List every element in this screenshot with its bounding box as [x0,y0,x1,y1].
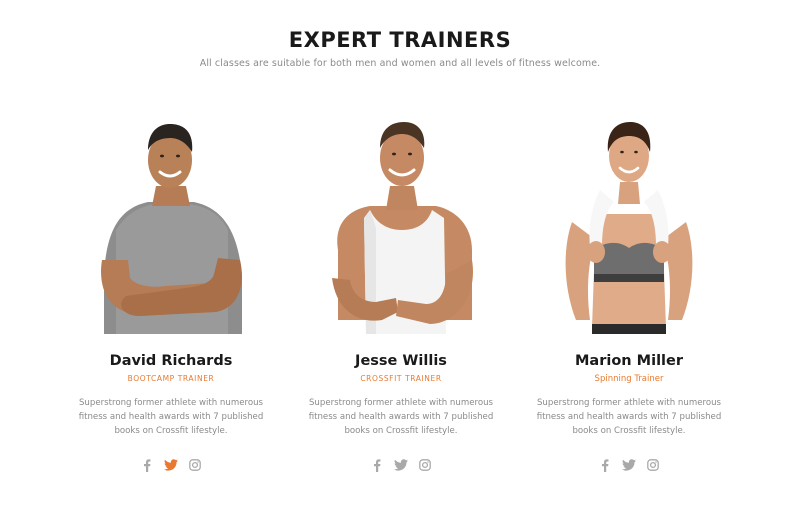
section-subtitle: All classes are suitable for both men an… [199,58,601,69]
trainer-card-david: David Richards BOOTCAMP TRAINER Superstr… [56,110,286,472]
instagram-icon[interactable] [418,458,432,472]
trainer-bio: Superstrong former athlete with numerous… [536,398,722,436]
trainer-card-marion: Marion Miller Spinning Trainer Superstro… [514,110,744,472]
twitter-icon[interactable] [394,458,408,472]
trainer-card-jesse: Jesse Willis CROSSFIT TRAINER Superstron… [286,110,516,472]
trainer-photo-jesse [286,110,516,334]
trainer-role: BOOTCAMP TRAINER [127,374,215,383]
trainer-name: David Richards [109,353,233,369]
social-links [514,458,744,472]
section-title: EXPERT TRAINERS [288,28,512,52]
facebook-icon[interactable] [598,458,612,472]
facebook-icon[interactable] [370,458,384,472]
trainer-photo-david [56,110,286,334]
trainer-photo-marion [514,110,744,334]
trainer-name: Marion Miller [575,353,683,369]
instagram-icon[interactable] [646,458,660,472]
twitter-icon[interactable] [164,458,178,472]
social-links [286,458,516,472]
instagram-icon[interactable] [188,458,202,472]
trainer-bio: Superstrong former athlete with numerous… [78,398,264,436]
trainer-bio: Superstrong former athlete with numerous… [308,398,494,436]
social-links [56,458,286,472]
trainer-role: Spinning Trainer [594,374,664,384]
trainer-role: CROSSFIT TRAINER [360,374,442,383]
twitter-icon[interactable] [622,458,636,472]
trainer-name: Jesse Willis [355,353,447,369]
facebook-icon[interactable] [140,458,154,472]
